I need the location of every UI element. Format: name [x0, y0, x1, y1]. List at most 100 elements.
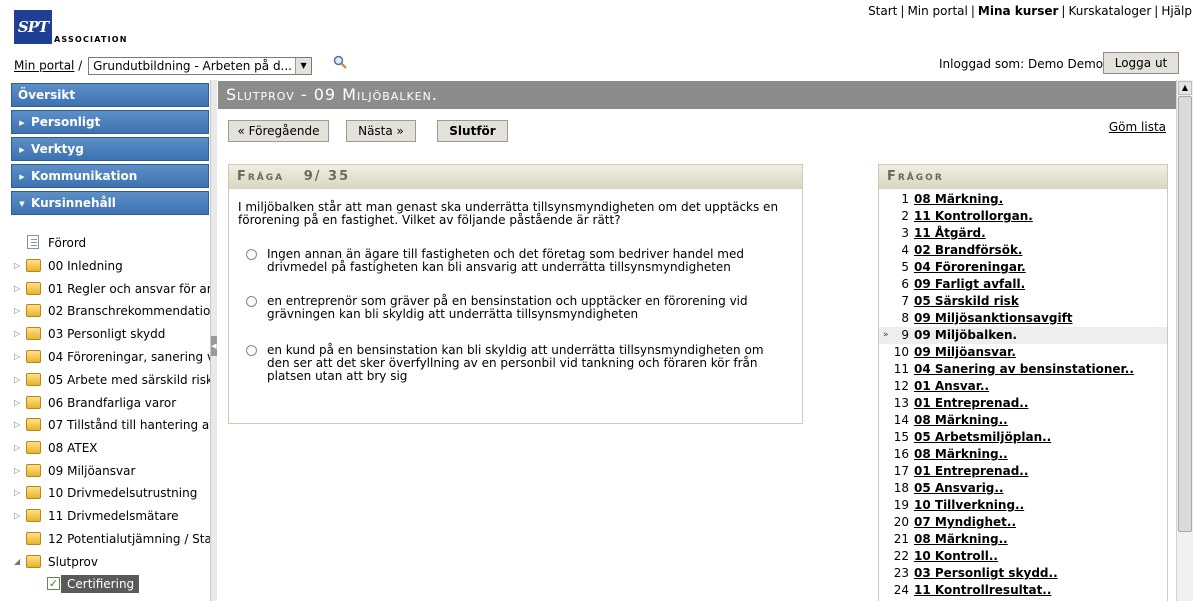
tree-item-folder[interactable]: ▷ 10 Drivmedelsutrustning	[10, 482, 210, 504]
tree-item-folder[interactable]: ▷ 09 Miljöansvar	[10, 460, 210, 482]
radio-button[interactable]	[246, 249, 257, 260]
question-link[interactable]: 09 Miljösanktionsavgift	[914, 310, 1073, 327]
question-list-row[interactable]: 1 08 Märkning.	[879, 191, 1167, 208]
question-list-row[interactable]: 16 08 Märkning..	[879, 446, 1167, 463]
expand-icon[interactable]: ▷	[14, 392, 24, 414]
question-link[interactable]: 10 Kontroll..	[914, 548, 998, 565]
menu-oversikt[interactable]: Översikt	[11, 83, 209, 107]
nav-kurskataloger[interactable]: Kurskataloger	[1068, 4, 1151, 18]
question-list-row[interactable]: 12 01 Ansvar..	[879, 378, 1167, 395]
menu-personligt[interactable]: ▶ Personligt	[11, 110, 209, 134]
menu-kursinnehall[interactable]: ▼ Kursinnehåll	[11, 191, 209, 215]
search-icon[interactable]	[333, 55, 347, 69]
question-list-row[interactable]: 24 11 Kontrollresultat..	[879, 582, 1167, 599]
question-list-row[interactable]: 8 09 Miljösanktionsavgift	[879, 310, 1167, 327]
logout-button[interactable]: Logga ut	[1103, 52, 1179, 74]
tree-item-folder[interactable]: 12 Potentialutjämning / Statisk	[10, 528, 210, 550]
expand-icon[interactable]: ▷	[14, 414, 24, 436]
question-link[interactable]: 08 Märkning..	[914, 412, 1008, 429]
question-link[interactable]: 01 Ansvar..	[914, 378, 989, 395]
tree-item-folder[interactable]: ▷ 07 Tillstånd till hantering av	[10, 414, 210, 436]
question-link[interactable]: 04 Sanering av bensinstationer..	[914, 361, 1134, 378]
chevron-down-icon[interactable]: ▼	[295, 58, 312, 74]
question-link[interactable]: 08 Märkning..	[914, 531, 1008, 548]
question-link[interactable]: 11 Kontrollorgan.	[914, 208, 1033, 225]
vertical-scrollbar[interactable]: ▲	[1176, 80, 1193, 601]
radio-button[interactable]	[246, 296, 257, 307]
collapse-sidebar-icon[interactable]: ◀	[211, 336, 217, 356]
question-link[interactable]: 05 Ansvarig..	[914, 480, 1004, 497]
nav-mina-kurser[interactable]: Mina kurser	[978, 4, 1059, 18]
question-link[interactable]: 09 Miljöansvar.	[914, 344, 1016, 361]
breadcrumb-portal-link[interactable]: Min portal	[14, 59, 74, 73]
question-list-row[interactable]: 10 09 Miljöansvar.	[879, 344, 1167, 361]
tree-item-folder[interactable]: ▷ 00 Inledning	[10, 255, 210, 277]
expand-icon[interactable]: ▷	[14, 482, 24, 504]
question-link[interactable]: 04 Föroreningar.	[914, 259, 1026, 276]
question-link[interactable]: 05 Arbetsmiljöplan..	[914, 429, 1051, 446]
question-list-row[interactable]: 15 05 Arbetsmiljöplan..	[879, 429, 1167, 446]
expand-icon[interactable]: ▷	[14, 505, 24, 527]
expand-icon[interactable]: ▷	[14, 278, 24, 300]
question-list-row[interactable]: 3 11 Åtgärd.	[879, 225, 1167, 242]
question-link[interactable]: 08 Märkning.	[914, 191, 1003, 208]
question-list-row[interactable]: 19 10 Tillverkning..	[879, 497, 1167, 514]
next-button[interactable]: Nästa »	[346, 120, 416, 142]
expand-icon[interactable]: ▷	[14, 346, 24, 368]
expand-icon[interactable]: ▷	[14, 255, 24, 277]
question-link[interactable]: 11 Kontrollresultat..	[914, 582, 1051, 599]
tree-item-folder[interactable]: ▷ 05 Arbete med särskild risk	[10, 369, 210, 391]
question-list-row[interactable]: 11 04 Sanering av bensinstationer..	[879, 361, 1167, 378]
nav-min-portal[interactable]: Min portal	[907, 4, 967, 18]
tree-item-folder[interactable]: ▷ 11 Drivmedelsmätare	[10, 505, 210, 527]
question-link[interactable]: 01 Entreprenad..	[914, 463, 1028, 480]
menu-kommunikation[interactable]: ▶ Kommunikation	[11, 164, 209, 188]
scrollbar-thumb[interactable]	[1178, 96, 1192, 532]
menu-verktyg[interactable]: ▶ Verktyg	[11, 137, 209, 161]
question-list-row[interactable]: 6 09 Farligt avfall.	[879, 276, 1167, 293]
question-link[interactable]: 07 Myndighet..	[914, 514, 1016, 531]
question-list-row[interactable]: 18 05 Ansvarig..	[879, 480, 1167, 497]
question-list-row[interactable]: 14 08 Märkning..	[879, 412, 1167, 429]
question-link[interactable]: 09 Miljöbalken.	[914, 327, 1017, 344]
question-link[interactable]: 11 Åtgärd.	[914, 225, 986, 242]
question-list-row[interactable]: 17 01 Entreprenad..	[879, 463, 1167, 480]
question-list-row[interactable]: » 9 09 Miljöbalken.	[879, 327, 1167, 344]
question-link[interactable]: 02 Brandförsök.	[914, 242, 1022, 259]
question-list-row[interactable]: 13 01 Entreprenad..	[879, 395, 1167, 412]
expand-icon[interactable]: ▷	[14, 460, 24, 482]
question-list-row[interactable]: 20 07 Myndighet..	[879, 514, 1167, 531]
expand-icon[interactable]: ▷	[14, 437, 24, 459]
sidebar-splitter[interactable]: ◀	[210, 80, 217, 601]
question-link[interactable]: 08 Märkning..	[914, 446, 1008, 463]
previous-button[interactable]: « Föregående	[228, 120, 329, 142]
tree-item-certifiering[interactable]: ✓ Certifiering	[10, 573, 210, 595]
nav-hjalp[interactable]: Hjälp	[1161, 4, 1192, 18]
question-link[interactable]: 09 Farligt avfall.	[914, 276, 1025, 293]
expand-icon[interactable]: ▷	[14, 369, 24, 391]
question-list-row[interactable]: 5 04 Föroreningar.	[879, 259, 1167, 276]
question-list-row[interactable]: 22 10 Kontroll..	[879, 548, 1167, 565]
question-list-row[interactable]: 21 08 Märkning..	[879, 531, 1167, 548]
question-link[interactable]: 05 Särskild risk	[914, 293, 1019, 310]
tree-item-folder[interactable]: ▷ 03 Personligt skydd	[10, 323, 210, 345]
collapse-icon[interactable]: ◢	[14, 551, 24, 573]
course-select[interactable]: Grundutbildning - Arbeten på d... ▼	[88, 57, 313, 75]
tree-item-folder[interactable]: ▷ 06 Brandfarliga varor	[10, 392, 210, 414]
question-list-row[interactable]: 2 11 Kontrollorgan.	[879, 208, 1167, 225]
hide-list-link[interactable]: Göm lista	[1109, 120, 1166, 134]
tree-item-folder[interactable]: ▷ 04 Föroreningar, sanering vid	[10, 346, 210, 368]
finish-button[interactable]: Slutför	[437, 120, 508, 142]
question-list-row[interactable]: 7 05 Särskild risk	[879, 293, 1167, 310]
radio-button[interactable]	[246, 345, 257, 356]
expand-icon[interactable]: ▷	[14, 300, 24, 322]
question-link[interactable]: 10 Tillverkning..	[914, 497, 1024, 514]
scroll-up-icon[interactable]: ▲	[1178, 81, 1192, 95]
question-link[interactable]: 03 Personligt skydd..	[914, 565, 1058, 582]
nav-start[interactable]: Start	[868, 4, 897, 18]
tree-item-slutprov[interactable]: ◢ Slutprov	[10, 551, 210, 573]
question-list-row[interactable]: 23 03 Personligt skydd..	[879, 565, 1167, 582]
question-list-row[interactable]: 4 02 Brandförsök.	[879, 242, 1167, 259]
tree-item-folder[interactable]: ▷ 02 Branschrekommendationer	[10, 300, 210, 322]
expand-icon[interactable]: ▷	[14, 323, 24, 345]
